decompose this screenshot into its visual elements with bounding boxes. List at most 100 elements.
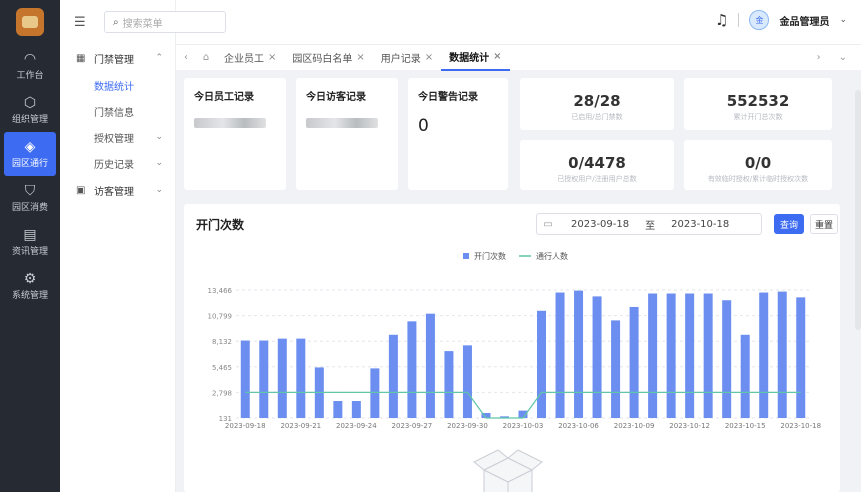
menu-item-label: 门禁信息 [94,107,134,119]
tabs-menu-chevron-icon[interactable]: ⌄ [839,52,847,63]
divider [738,13,740,27]
tab-3[interactable]: 数据统计 × [441,45,510,71]
close-icon[interactable]: × [493,51,501,62]
rail-item-2[interactable]: ◈ 园区通行 [4,132,56,176]
rail-item-label: 资讯管理 [11,246,48,257]
settings-icon: ⚙ [23,270,37,287]
card-title: 今日警告记录 [418,92,478,103]
menu-item-authorization[interactable]: 授权管理 ⌄ [60,124,175,150]
rail-item-1[interactable]: ⬡ 组织管理 [0,88,60,132]
y-tick-label: 10,799 [208,313,233,321]
side-rail: ◠ 工作台 ⬡ 组织管理 ◈ 园区通行 ⛉ 园区消费 ▤ 资讯管理 ⚙ 系统管理 [0,0,60,492]
bell-icon[interactable]: ♫ [715,11,728,29]
bar [777,291,787,418]
tab-1[interactable]: 园区码白名单 × [284,45,372,71]
x-tick-label: 2023-10-15 [725,422,766,430]
top-header: ⌕ 搜索菜单 ♫ 金 金品管理员 ⌄ [104,0,861,44]
query-button[interactable]: 查询 [774,214,804,234]
bar [685,293,695,418]
x-tick-label: 2023-10-12 [669,422,710,430]
page-scrollbar[interactable] [855,90,861,330]
close-icon[interactable]: × [425,52,433,63]
bar [296,338,306,418]
bar [370,368,380,418]
bar [703,293,713,418]
search-icon: ⌕ [113,16,119,28]
menu-item-label: 授权管理 [94,133,134,145]
bar [277,338,287,418]
tabs-scroll-right-icon[interactable]: › [817,52,821,63]
stat-label: 累计开门总次数 [733,113,783,121]
home-icon[interactable]: ⌂ [196,52,216,63]
tab-label: 用户记录 [380,54,421,65]
alarm-count: 0 [418,116,429,136]
tab-label: 数据统计 [449,53,490,64]
end-date[interactable]: 2023-10-18 [671,219,729,230]
x-tick-label: 2023-09-24 [336,422,377,430]
rail-item-4[interactable]: ▤ 资讯管理 [0,220,60,264]
menu-group-label: 访客管理 [94,186,134,198]
menu-group-access-control[interactable]: ▦ 门禁管理 ⌃ [60,44,175,72]
app-logo[interactable] [0,0,60,44]
stat-label: 已启用/总门禁数 [571,113,623,121]
legend-label: 通行人数 [536,251,568,261]
y-tick-label: 2,798 [212,389,232,397]
news-icon: ▤ [23,226,37,243]
rail-item-5[interactable]: ⚙ 系统管理 [0,264,60,308]
rail-item-label: 工作台 [16,70,44,81]
shopping-bag-icon: ⛉ [24,182,36,199]
rail-item-3[interactable]: ⛉ 园区消费 [0,176,60,220]
stat-card-total-opens: 552532 累计开门总次数 [684,78,832,130]
tabs-scroll-left-icon[interactable]: ‹ [176,52,196,63]
reset-button[interactable]: 重置 [810,214,838,234]
collapse-menu-icon[interactable]: ☰ [74,15,86,30]
chevron-down-icon[interactable]: ⌄ [839,15,847,25]
avatar[interactable]: 金 [749,10,770,30]
blurred-value [306,118,378,128]
stat-value: 0/4478 [568,154,626,172]
y-tick-label: 8,132 [212,338,232,346]
start-date[interactable]: 2023-09-18 [571,219,629,230]
close-icon[interactable]: × [268,52,276,63]
x-tick-label: 2023-09-27 [392,422,433,430]
menu-search-input[interactable]: ⌕ 搜索菜单 [104,11,226,33]
menu-group-visitor[interactable]: ▣ 访客管理 ⌄ [60,176,175,204]
bar [537,310,547,418]
bar [351,401,361,418]
user-name[interactable]: 金品管理员 [779,13,829,28]
menu-item-data-stats[interactable]: 数据统计 [60,72,175,98]
bar [574,290,584,418]
x-tick-label: 2023-10-18 [780,422,821,430]
x-tick-label: 2023-09-30 [447,422,488,430]
visitor-icon: ▣ [76,184,86,196]
bar [648,293,658,418]
close-icon[interactable]: × [356,52,364,63]
y-tick-label: 13,466 [208,287,233,295]
bar [444,351,454,418]
legend-bar-swatch [463,253,469,259]
bar [722,300,732,418]
park-access-icon: ◈ [24,138,36,155]
x-tick-label: 2023-10-03 [503,422,544,430]
open-count-chart: 开门次数 通行人数1312,7985,4658,13210,79913,46620… [208,251,821,492]
workbench-icon: ◠ [23,50,37,67]
rail-item-0[interactable]: ◠ 工作台 [0,44,60,88]
bar [462,345,472,418]
chevron-down-icon: ⌄ [155,132,163,142]
date-range-picker[interactable]: ▭ 2023-09-18 至 2023-10-18 [536,213,762,235]
stat-label: 有效临时授权/累计临时授权次数 [707,175,809,183]
panel-title: 开门次数 [196,218,245,232]
tab-2[interactable]: 用户记录 × [373,45,441,71]
bar [629,306,639,418]
bar [796,297,806,418]
bar [407,321,417,418]
rail-item-label: 组织管理 [11,114,48,125]
menu-item-access-info[interactable]: 门禁信息 [60,98,175,124]
rail-item-label: 园区消费 [11,202,48,213]
card-title: 今日员工记录 [194,92,254,103]
tab-label: 园区码白名单 [292,54,353,65]
x-tick-label: 2023-10-09 [614,422,655,430]
stat-card-authorized-users: 0/4478 已授权用户/注册用户总数 [520,140,674,190]
menu-item-history[interactable]: 历史记录 ⌄ [60,150,175,176]
tab-0[interactable]: 企业员工 × [216,45,284,71]
